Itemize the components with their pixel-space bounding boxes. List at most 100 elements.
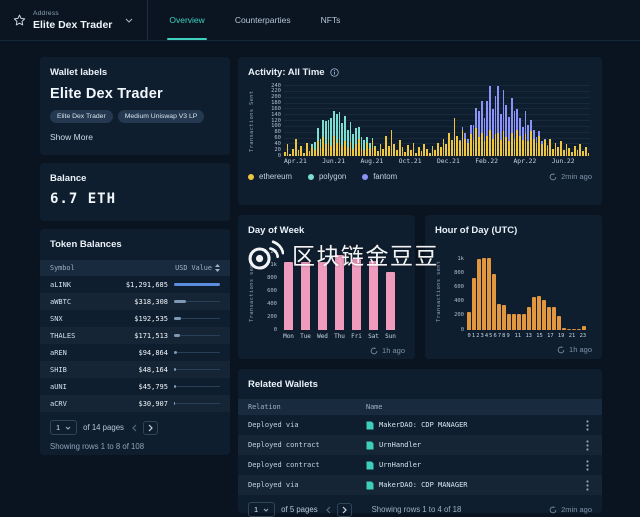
activity-bar-segment: [486, 101, 488, 136]
y-tick-label: 600: [454, 285, 464, 291]
related-wallet-row[interactable]: Deployed contractUrnHandler: [238, 435, 602, 455]
activity-bar: [533, 86, 535, 156]
token-row[interactable]: THALES$171,513: [40, 327, 230, 344]
token-row[interactable]: SHIB$48,164: [40, 361, 230, 378]
token-next-page-button[interactable]: [143, 421, 158, 435]
hour-y-ticks: 02004006008001k: [447, 252, 464, 330]
activity-bar-segment: [339, 112, 341, 138]
refresh-icon[interactable]: [370, 347, 378, 355]
activity-bar-segment: [459, 141, 461, 156]
tab-counterparties[interactable]: Counterparties: [220, 0, 306, 40]
activity-bar-segment: [497, 86, 499, 133]
token-prev-page-button[interactable]: [130, 422, 139, 434]
legend-label: ethereum: [259, 172, 292, 181]
info-icon[interactable]: [330, 68, 339, 77]
x-tick-label: 23: [580, 333, 587, 339]
activity-bar-segment: [462, 130, 464, 156]
relation-column-header[interactable]: Relation: [248, 403, 366, 411]
name-cell[interactable]: MakerDAO: CDP MANAGER: [366, 421, 582, 430]
related-wallet-row[interactable]: Deployed viaMakerDAO: CDP MANAGER: [238, 415, 602, 435]
activity-bar: [355, 86, 357, 156]
activity-bar-segment: [533, 130, 535, 139]
activity-bar: [295, 86, 297, 156]
token-row[interactable]: aLINK$1,291,685: [40, 276, 230, 293]
refresh-icon[interactable]: [557, 346, 565, 354]
related-prev-page-button[interactable]: [324, 504, 333, 516]
activity-bar: [454, 86, 456, 156]
activity-bar-segment: [557, 147, 559, 156]
related-wallet-row[interactable]: Deployed viaMakerDAO: CDP MANAGER: [238, 475, 602, 495]
sort-icon[interactable]: [215, 264, 220, 272]
kebab-menu-icon[interactable]: [582, 420, 592, 431]
token-row[interactable]: aREN$94,864: [40, 344, 230, 361]
related-pages-label: of 5 pages: [281, 505, 317, 514]
token-row[interactable]: aWBTC$318,308: [40, 293, 230, 310]
token-row[interactable]: aUNI$45,795: [40, 378, 230, 395]
activity-bar: [437, 86, 439, 156]
activity-bar: [352, 86, 354, 156]
usd-value-column-header[interactable]: USD Value: [175, 264, 220, 272]
hour-plot: [467, 252, 586, 330]
name-cell[interactable]: UrnHandler: [366, 461, 582, 470]
wallet-tag[interactable]: Elite Dex Trader: [50, 110, 113, 123]
show-more-link[interactable]: Show More: [50, 132, 220, 142]
activity-bar-segment: [448, 133, 450, 156]
address-selector[interactable]: Address Elite Dex Trader: [0, 10, 133, 31]
legend-item[interactable]: polygon: [308, 172, 346, 181]
activity-bar: [582, 86, 584, 156]
kebab-menu-icon[interactable]: [582, 460, 592, 471]
tab-nfts[interactable]: NFTs: [306, 0, 356, 40]
activity-bar-segment: [492, 109, 494, 138]
wallet-tag[interactable]: Medium Uniswap V3 LP: [118, 110, 205, 123]
token-row[interactable]: aCRV$30,907: [40, 395, 230, 412]
legend-item[interactable]: fantom: [362, 172, 397, 181]
tab-overview[interactable]: Overview: [154, 0, 219, 40]
activity-bar-segment: [508, 141, 510, 156]
token-symbol: SHIB: [50, 366, 102, 374]
refresh-icon[interactable]: [549, 173, 557, 181]
activity-bar: [339, 86, 341, 156]
token-value-bar: [174, 335, 220, 336]
activity-y-ticks: 020406080100120140160180200220240: [262, 86, 281, 156]
activity-bar: [566, 86, 568, 156]
kebab-menu-icon[interactable]: [582, 440, 592, 451]
legend-item[interactable]: ethereum: [248, 172, 292, 181]
y-tick-label: 1k: [457, 256, 464, 262]
relation-cell: Deployed contract: [248, 441, 366, 449]
chart-bar: [542, 300, 546, 330]
activity-bar: [522, 86, 524, 156]
activity-bar-segment: [350, 122, 352, 142]
activity-bar-segment: [385, 136, 387, 156]
activity-bar-segment: [292, 149, 294, 156]
name-cell[interactable]: MakerDAO: CDP MANAGER: [366, 481, 582, 490]
activity-bar-segment: [306, 143, 308, 156]
chart-bar: [512, 314, 516, 330]
token-value-bar-fill: [174, 334, 180, 337]
activity-bar-segment: [374, 147, 376, 156]
activity-bar: [571, 86, 573, 156]
related-next-page-button[interactable]: [337, 503, 352, 517]
token-value-bar: [174, 386, 220, 387]
token-page-select[interactable]: 1: [50, 420, 77, 435]
activity-bar-segment: [492, 139, 494, 157]
name-column-header[interactable]: Name: [366, 403, 382, 411]
activity-bar: [464, 86, 466, 156]
related-page-select[interactable]: 1: [248, 502, 275, 517]
kebab-menu-icon[interactable]: [582, 480, 592, 491]
refresh-icon[interactable]: [549, 506, 557, 514]
activity-bar: [374, 86, 376, 156]
chart-bar: [369, 261, 378, 330]
chart-bar: [301, 262, 310, 330]
related-wallet-row[interactable]: Deployed contractUrnHandler: [238, 455, 602, 475]
name-cell[interactable]: UrnHandler: [366, 441, 582, 450]
token-row[interactable]: SNX$192,535: [40, 310, 230, 327]
activity-bar-segment: [489, 86, 491, 130]
symbol-column-header[interactable]: Symbol: [50, 264, 75, 272]
token-value-bar-fill: [174, 351, 177, 354]
x-tick-label: Sun: [382, 333, 399, 340]
activity-bar-segment: [497, 133, 499, 156]
activity-bar: [413, 86, 415, 156]
star-icon[interactable]: [13, 14, 26, 27]
activity-bar-segment: [437, 143, 439, 156]
activity-bar: [287, 86, 289, 156]
